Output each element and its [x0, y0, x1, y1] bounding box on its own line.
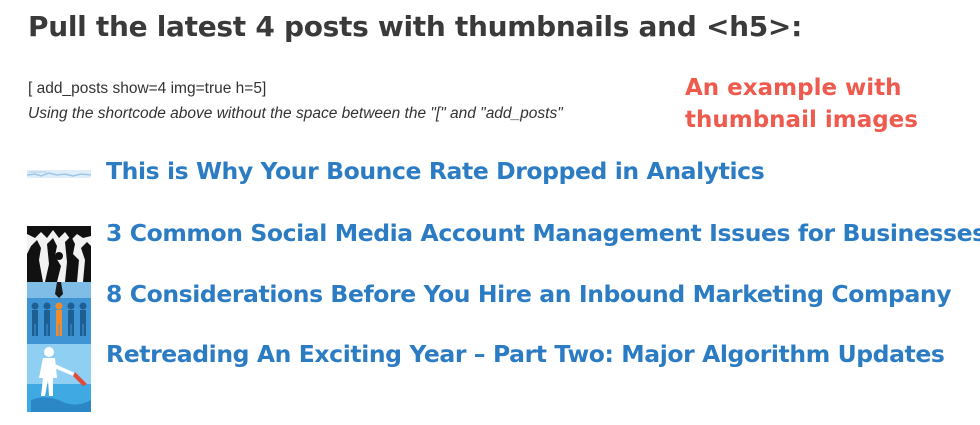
post-title-link[interactable]: 3 Common Social Media Account Management…	[106, 219, 980, 247]
usage-note: Using the shortcode above without the sp…	[28, 105, 563, 122]
post-title-link[interactable]: This is Why Your Bounce Rate Dropped in …	[106, 157, 765, 185]
analytics-thumbnail-icon[interactable]	[27, 166, 91, 182]
page-heading: Pull the latest 4 posts with thumbnails …	[28, 10, 802, 43]
post-title-link[interactable]: 8 Considerations Before You Hire an Inbo…	[106, 280, 952, 308]
hiring-people-thumbnail-icon[interactable]	[27, 282, 91, 344]
figure-thumbnail-icon[interactable]	[27, 344, 91, 412]
post-title-link[interactable]: Retreading An Exciting Year – Part Two: …	[106, 340, 945, 368]
shortcode-text: [ add_posts show=4 img=true h=5]	[28, 80, 267, 97]
silhouette-crowd-thumbnail-icon[interactable]	[27, 226, 91, 282]
example-annotation: An example with thumbnail images	[685, 75, 918, 133]
